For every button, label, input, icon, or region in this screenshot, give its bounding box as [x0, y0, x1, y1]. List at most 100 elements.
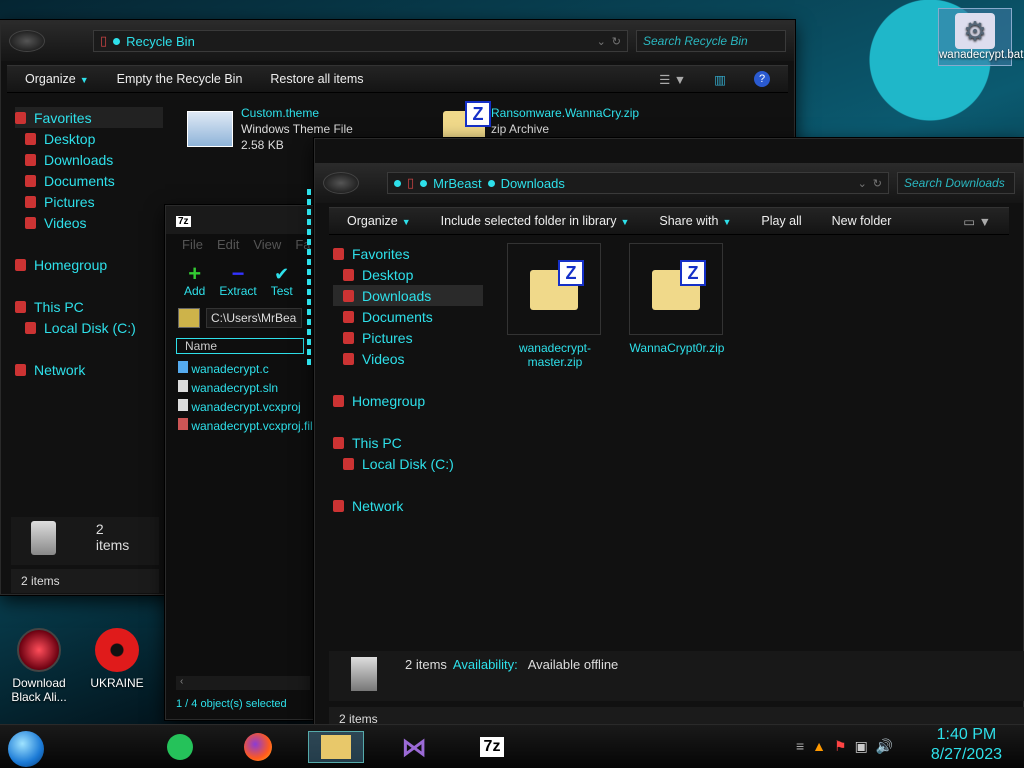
organize-button[interactable]: Organize ▼	[25, 72, 89, 86]
nav-this-pc[interactable]: This PC	[15, 296, 163, 317]
view-options-icon[interactable]: ☰ ▼	[659, 72, 686, 87]
taskbar-app-explorer[interactable]	[308, 731, 364, 763]
list-item[interactable]: wanadecrypt.vcxproj.fil	[178, 417, 313, 436]
list-item[interactable]: wanadecrypt.c	[178, 360, 302, 379]
taskbar-app-visual-studio[interactable]: ⋈	[386, 731, 442, 763]
nav-network[interactable]: Network	[15, 359, 163, 380]
button-label: Test	[270, 284, 293, 298]
list-item[interactable]: wanadecrypt.sln	[178, 379, 302, 398]
drive-icon	[343, 457, 354, 470]
nav-pictures[interactable]: Pictures	[333, 327, 483, 348]
sln-file-icon	[178, 380, 188, 392]
menu-bar: File Edit View Fa	[166, 234, 314, 256]
file-type: Windows Theme File	[241, 122, 353, 136]
nav-desktop[interactable]: Desktop	[15, 128, 163, 149]
nav-pictures[interactable]: Pictures	[15, 191, 163, 212]
navigation-pane: Favorites Desktop Downloads Documents Pi…	[333, 243, 483, 516]
share-with-button[interactable]: Share with ▼	[659, 214, 731, 228]
new-folder-button[interactable]: New folder	[832, 214, 892, 228]
nav-network[interactable]: Network	[333, 495, 483, 516]
nav-local-disk[interactable]: Local Disk (C:)	[333, 453, 483, 474]
nav-homegroup[interactable]: Homegroup	[333, 390, 483, 411]
network-tray-icon[interactable]: ▣	[855, 738, 868, 755]
view-options-icon[interactable]: ▭ ▼	[963, 214, 991, 229]
zip-archive-icon	[530, 260, 584, 310]
status-text: 1 / 4 object(s) selected	[176, 698, 287, 710]
search-input[interactable]: Search Downloads	[897, 172, 1015, 194]
computer-icon	[15, 300, 26, 313]
details-count: 2 items	[95, 521, 130, 553]
horizontal-scrollbar[interactable]: ‹	[176, 676, 310, 690]
preview-pane-icon[interactable]: ▥	[714, 72, 726, 87]
breadcrumb-separator	[420, 179, 428, 187]
nav-homegroup[interactable]: Homegroup	[15, 254, 163, 275]
menu-file[interactable]: File	[182, 237, 203, 253]
breadcrumb-mrbeast[interactable]: MrBeast	[433, 176, 481, 191]
nav-desktop[interactable]: Desktop	[333, 264, 483, 285]
nav-favorites[interactable]: Favorites	[333, 243, 483, 264]
chevron-down-icon[interactable]: ⌄	[597, 35, 606, 48]
caret-icon: ▼	[401, 217, 411, 227]
path-input[interactable]: C:\Users\MrBea	[206, 308, 302, 328]
clock-time: 1:40 PM	[936, 726, 997, 743]
action-center-icon[interactable]: ⚑	[834, 738, 847, 755]
restore-all-button[interactable]: Restore all items	[270, 72, 363, 86]
include-in-library-button[interactable]: Include selected folder in library ▼	[441, 214, 630, 228]
organize-button[interactable]: Organize ▼	[347, 214, 411, 228]
show-hidden-icons[interactable]: ≡	[796, 738, 804, 754]
file-tile-wannacrypt0r[interactable]: WannaCrypt0r.zip	[629, 243, 725, 355]
folder-up-icon[interactable]	[178, 308, 200, 328]
nav-videos[interactable]: Videos	[333, 348, 483, 369]
file-type: zip Archive	[491, 122, 550, 136]
play-all-button[interactable]: Play all	[761, 214, 801, 228]
sevenzip-toolbar: + Add − Extract ✔ Test	[166, 256, 314, 306]
empty-recycle-bin-button[interactable]: Empty the Recycle Bin	[117, 72, 243, 86]
clock[interactable]: 1:40 PM 8/27/2023	[931, 725, 1002, 765]
taskbar-app-7zip[interactable]: 7z	[464, 731, 520, 763]
homegroup-icon	[333, 394, 344, 407]
back-button[interactable]	[323, 172, 359, 194]
nav-this-pc[interactable]: This PC	[333, 432, 483, 453]
taskbar: ⋈ 7z ≡ ▲ ⚑ ▣ 🔊 1:40 PM 8/27/2023	[0, 724, 1024, 768]
nav-documents[interactable]: Documents	[333, 306, 483, 327]
menu-edit[interactable]: Edit	[217, 237, 239, 253]
caret-icon: ▼	[722, 217, 732, 227]
chevron-down-icon[interactable]: ⌄	[858, 177, 867, 190]
window-edge-decoration	[307, 189, 311, 369]
desktop-icon-download[interactable]: Download Black Ali...	[4, 628, 74, 704]
nav-documents[interactable]: Documents	[15, 170, 163, 191]
breadcrumb-downloads[interactable]: Downloads	[501, 176, 565, 191]
address-bar[interactable]: ▯ MrBeast Downloads ⌄ ↻	[387, 172, 889, 194]
download-app-icon	[17, 628, 61, 672]
nav-downloads[interactable]: Downloads	[333, 285, 483, 306]
nav-favorites[interactable]: Favorites	[15, 107, 163, 128]
help-icon[interactable]: ?	[754, 71, 770, 87]
extract-button[interactable]: − Extract	[219, 263, 256, 299]
desktop-icon-wanadecrypt-bat[interactable]: ⚙ wanadecrypt.bat	[938, 8, 1023, 66]
nav-label: Videos	[362, 350, 405, 367]
address-bar[interactable]: ▯ Recycle Bin ⌄ ↻	[93, 30, 628, 52]
back-button[interactable]	[9, 30, 45, 52]
nav-label: Documents	[362, 308, 433, 325]
taskbar-app-firefox[interactable]	[230, 731, 286, 763]
nav-videos[interactable]: Videos	[15, 212, 163, 233]
menu-view[interactable]: View	[253, 237, 281, 253]
search-input[interactable]: Search Recycle Bin	[636, 30, 786, 52]
start-button[interactable]	[8, 731, 44, 767]
volume-icon[interactable]: 🔊	[876, 738, 893, 755]
nav-local-disk[interactable]: Local Disk (C:)	[15, 317, 163, 338]
refresh-icon[interactable]: ↻	[873, 177, 882, 190]
add-button[interactable]: + Add	[184, 263, 205, 299]
desktop-icon-label: Download Black Ali...	[11, 676, 67, 704]
caret-icon: ▼	[620, 217, 630, 227]
column-header-name[interactable]: Name	[176, 338, 304, 354]
file-tile-wanadecrypt-master[interactable]: wanadecrypt-master.zip	[507, 243, 603, 369]
test-button[interactable]: ✔ Test	[271, 264, 293, 298]
desktop-icon-ukraine[interactable]: UKRAINE	[82, 628, 152, 690]
list-item[interactable]: wanadecrypt.vcxproj	[178, 398, 302, 417]
taskbar-app-notes[interactable]	[152, 731, 208, 763]
nav-label: Local Disk (C:)	[362, 455, 454, 472]
fire-icon[interactable]: ▲	[812, 738, 826, 754]
nav-downloads[interactable]: Downloads	[15, 149, 163, 170]
refresh-icon[interactable]: ↻	[612, 35, 621, 48]
